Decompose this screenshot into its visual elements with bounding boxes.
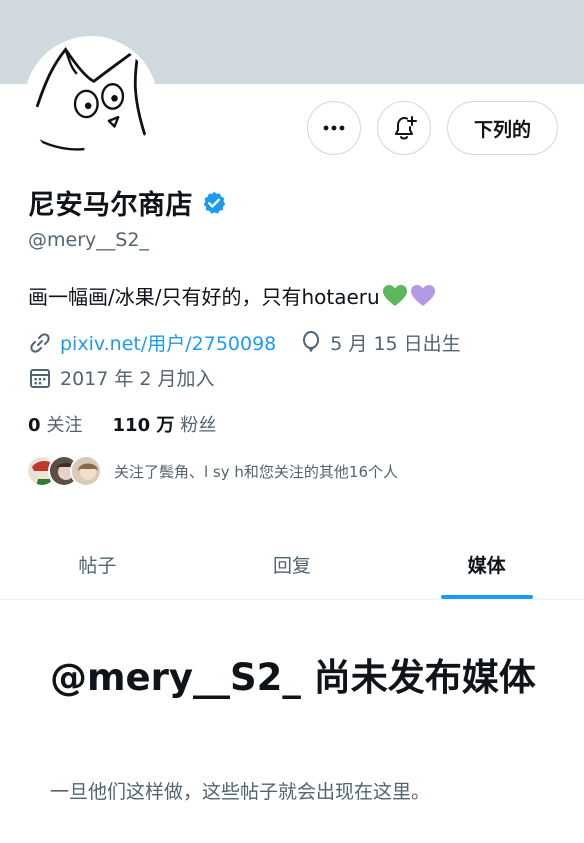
user-handle: @mery__S2_ xyxy=(28,229,149,251)
more-icon xyxy=(322,116,346,140)
followed-by-row[interactable]: 关注了鬓角、l sy h和您关注的其他16个人 xyxy=(26,455,398,487)
avatar[interactable] xyxy=(24,36,158,170)
verified-badge-icon[interactable] xyxy=(201,190,227,216)
profile-link[interactable]: pixiv.net/用户/2750098 xyxy=(60,329,276,356)
link-icon xyxy=(28,331,52,355)
joined-text: 2017 年 2 月加入 xyxy=(60,368,215,390)
tab-media[interactable]: 媒体 xyxy=(389,530,584,599)
empty-state-title: @mery__S2_ 尚未发布媒体 xyxy=(50,656,536,699)
profile-actions: 下列的 xyxy=(306,101,558,155)
tab-replies[interactable]: 回复 xyxy=(195,530,390,599)
profile-tabs: 帖子 回复 媒体 xyxy=(0,530,584,600)
cat-doodle-avatar xyxy=(28,40,154,166)
balloon-icon xyxy=(300,330,322,355)
empty-state-subtitle: 一旦他们这样做，这些帖子就会出现在这里。 xyxy=(50,781,431,803)
calendar-icon xyxy=(28,366,52,390)
following-stat[interactable]: 0 关注 xyxy=(28,411,83,437)
display-name: 尼安马尔商店 xyxy=(28,190,193,221)
profile-meta-row: 2017 年 2 月加入 xyxy=(28,364,215,391)
following-label: 关注 xyxy=(46,415,83,436)
tab-posts[interactable]: 帖子 xyxy=(0,530,195,599)
follow-button[interactable]: 下列的 xyxy=(446,101,558,155)
profile-meta-row: pixiv.net/用户/2750098 5 月 15 日出生 xyxy=(28,329,461,356)
purple-heart-icon xyxy=(410,284,436,308)
active-tab-indicator xyxy=(440,595,533,599)
tab-label: 帖子 xyxy=(78,555,117,577)
name-row: 尼安马尔商店 xyxy=(28,183,227,222)
green-heart-icon xyxy=(382,284,408,308)
tab-label: 回复 xyxy=(273,555,312,577)
followers-label: 粉丝 xyxy=(180,415,217,436)
follower-avatar xyxy=(70,455,102,487)
followed-by-text: 关注了鬓角、l sy h和您关注的其他16个人 xyxy=(114,462,398,481)
profile-bio: 画一幅画/冰果/只有好的，只有hotaeru xyxy=(28,281,436,310)
followers-stat[interactable]: 110 万 粉丝 xyxy=(113,411,217,437)
bio-text: 画一幅画/冰果/只有好的，只有hotaeru xyxy=(28,285,380,309)
following-count: 0 xyxy=(28,415,41,436)
follow-stats: 0 关注 110 万 粉丝 xyxy=(28,411,246,437)
more-button[interactable] xyxy=(306,101,361,155)
bell-plus-icon xyxy=(390,114,418,142)
birthday-text: 5 月 15 日出生 xyxy=(330,333,461,355)
followers-count: 110 万 xyxy=(112,415,175,436)
tab-label: 媒体 xyxy=(467,555,506,577)
notify-button[interactable] xyxy=(376,101,431,155)
